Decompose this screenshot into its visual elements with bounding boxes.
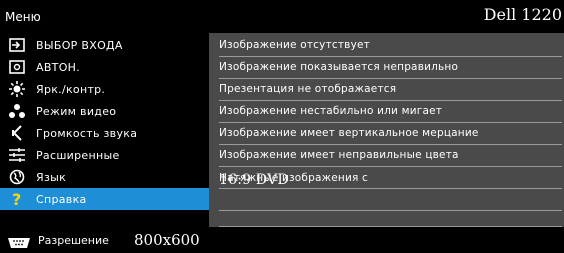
help-item[interactable]: Изображение имеет неправильные цвета [219,145,562,167]
video-mode-icon [8,102,26,120]
projector-model: Dell 1220 [483,5,562,24]
menu-item-brightness-contrast[interactable]: Ярк./контр. [0,78,209,100]
sliders-icon [8,146,26,164]
menu-item-language[interactable]: Язык [0,166,209,188]
help-item[interactable]: Натяжные изображения с 16:9 DVD [219,167,562,189]
aspect-ratio-text: 16:9 DVD [219,172,289,188]
menu-item-volume[interactable]: Громкость звука [0,122,209,144]
menu-item-label: Режим видео [36,104,117,118]
help-item[interactable]: Изображение показывается неправильно [219,57,562,79]
resolution-value: 800x600 [134,231,200,249]
question-icon: ? [8,190,26,208]
menu-title: Меню [5,10,41,24]
title-bar: Меню Dell 1220 [0,0,564,33]
svg-text:?: ? [12,191,21,207]
menu-item-label: Громкость звука [36,126,138,140]
display-connector-icon [7,234,30,248]
help-item[interactable]: Изображение отсутствует [219,35,562,57]
help-item[interactable]: Презентация не отображается [219,79,562,101]
help-item[interactable]: Изображение нестабильно или мигает [219,101,562,123]
main-menu: ВЫБОР ВХОДА АВТОН. Ярк./контр. Режим вид… [0,33,209,227]
auto-adjust-icon [8,58,26,76]
brightness-icon [8,80,26,98]
menu-item-label: Справка [36,192,87,206]
status-bar: Разрешение 800x600 [0,227,564,253]
globe-icon [8,168,26,186]
speaker-icon [8,124,26,142]
menu-item-label: ВЫБОР ВХОДА [36,38,123,52]
menu-item-label: Расширенные [36,148,120,162]
menu-item-help[interactable]: ? Справка [0,188,209,210]
menu-item-advanced[interactable]: Расширенные [0,144,209,166]
menu-item-label: АВТОН. [36,60,81,74]
menu-item-label: Язык [36,170,67,184]
help-item[interactable]: Изображение имеет вертикальное мерцание [219,123,562,145]
menu-item-label: Ярк./контр. [36,82,106,96]
input-source-icon [8,36,26,54]
help-item-empty [219,205,562,227]
menu-item-auto-adjust[interactable]: АВТОН. [0,56,209,78]
resolution-label: Разрешение [38,234,109,247]
menu-item-input-source[interactable]: ВЫБОР ВХОДА [0,34,209,56]
menu-item-video-mode[interactable]: Режим видео [0,100,209,122]
help-panel: Изображение отсутствует Изображение пока… [209,33,564,227]
